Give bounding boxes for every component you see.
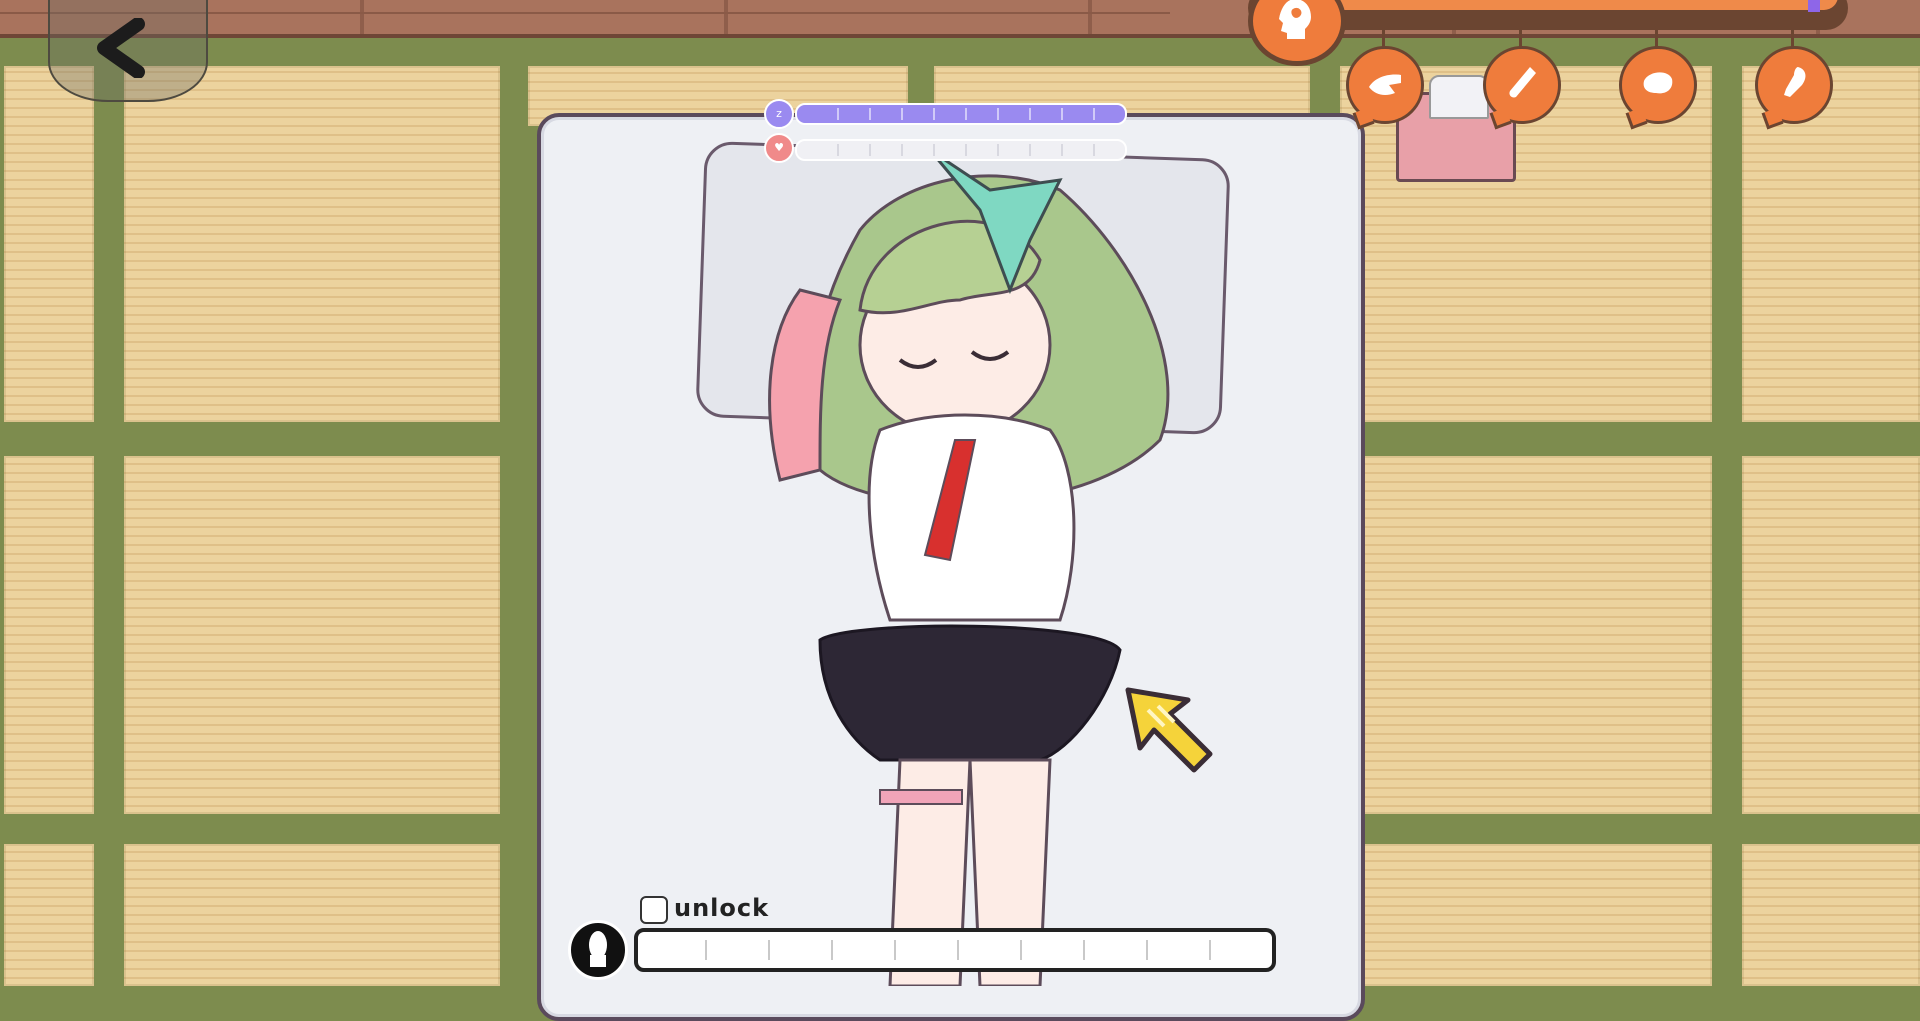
heart-icon: ♥ [764, 133, 794, 163]
silhouette-icon [568, 920, 628, 980]
tool-tongue-button[interactable] [1619, 29, 1697, 124]
excitement-fill [1314, 0, 1838, 10]
hand-icon [1369, 74, 1401, 95]
excitement-marker [1808, 0, 1820, 12]
progress-ticks [644, 940, 1266, 960]
tool-feather-button[interactable] [1755, 29, 1833, 124]
pointer-cursor-icon [1125, 687, 1213, 773]
unlock-label: unlock [674, 894, 770, 922]
sleep-meter [795, 103, 1127, 125]
tool-finger-button[interactable] [1483, 29, 1561, 124]
progress-bar [634, 928, 1276, 972]
unlock-checkbox[interactable] [640, 896, 668, 924]
finger-icon [1509, 67, 1536, 98]
back-button[interactable] [48, 0, 208, 102]
tongue-icon [1643, 72, 1673, 94]
zzz-icon: z [764, 99, 794, 129]
feather-icon [1784, 67, 1806, 97]
heart-meter [795, 139, 1127, 161]
chevron-left-icon [97, 18, 145, 78]
tool-hand-button[interactable] [1346, 29, 1424, 124]
